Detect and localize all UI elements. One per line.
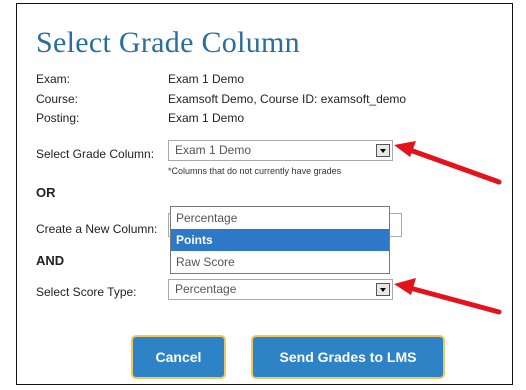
grade-column-note: *Columns that do not currently have grad…	[168, 166, 342, 176]
exam-value: Exam 1 Demo	[168, 72, 245, 86]
create-new-column-label: Create a New Column:	[36, 222, 158, 236]
score-type-select-value: Percentage	[175, 282, 237, 296]
exam-label: Exam:	[36, 72, 71, 86]
score-type-dropdown-list: Percentage Points Raw Score	[170, 206, 390, 274]
dialog-title: Select Grade Column	[36, 26, 300, 59]
select-grade-column-label: Select Grade Column:	[36, 147, 155, 161]
score-type-select[interactable]: Percentage	[168, 279, 393, 300]
annotation-arrow-icon	[394, 141, 502, 185]
and-separator: AND	[36, 253, 65, 268]
chevron-down-icon[interactable]	[376, 144, 390, 157]
posting-label: Posting:	[36, 111, 80, 125]
cancel-button[interactable]: Cancel	[131, 335, 226, 379]
option-points[interactable]: Points	[171, 229, 389, 251]
grade-column-select-value: Exam 1 Demo	[175, 143, 252, 157]
grade-column-dialog: Select Grade Column Exam: Exam 1 Demo Co…	[16, 3, 513, 385]
chevron-down-icon[interactable]	[376, 283, 390, 296]
select-score-type-label: Select Score Type:	[36, 285, 137, 299]
annotation-arrow-icon	[394, 278, 502, 315]
course-value: Examsoft Demo, Course ID: examsoft_demo	[168, 92, 407, 106]
posting-value: Exam 1 Demo	[168, 111, 245, 125]
send-grades-button[interactable]: Send Grades to LMS	[251, 335, 445, 379]
or-separator: OR	[36, 185, 56, 200]
option-percentage[interactable]: Percentage	[171, 207, 389, 229]
course-label: Course:	[36, 92, 79, 106]
grade-column-select[interactable]: Exam 1 Demo	[168, 140, 393, 161]
option-raw-score[interactable]: Raw Score	[171, 251, 389, 273]
